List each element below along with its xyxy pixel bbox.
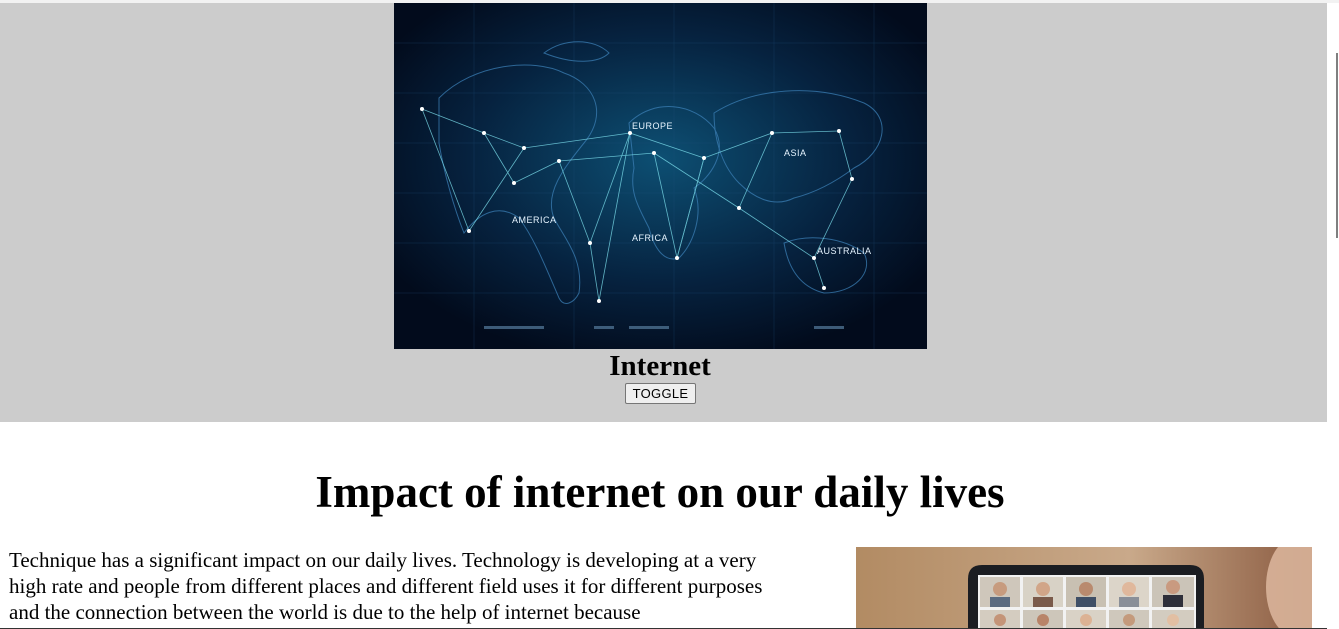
hero-title: Internet [609,350,711,382]
world-network-image: EUROPE ASIA AMERICA AFRICA AUSTRALIA [394,3,927,349]
article-paragraph: Technique has a significant impact on ou… [9,548,763,624]
map-label-africa: AFRICA [632,233,668,243]
hero-section: EUROPE ASIA AMERICA AFRICA AUSTRALIA Int… [0,3,1327,422]
scrollbar-thumb[interactable] [1336,53,1338,238]
video-conference-image [856,547,1312,629]
map-label-europe: EUROPE [632,121,673,131]
article-heading: Impact of internet on our daily lives [315,467,1005,517]
toggle-button[interactable]: TOGGLE [625,383,696,404]
map-label-australia: AUSTRALIA [817,246,872,256]
world-map-graphic: EUROPE ASIA AMERICA AFRICA AUSTRALIA [394,3,927,349]
video-conference-graphic [856,547,1312,629]
vertical-scrollbar[interactable] [1327,3,1339,629]
map-label-america: AMERICA [512,215,557,225]
map-label-asia: ASIA [784,148,807,158]
